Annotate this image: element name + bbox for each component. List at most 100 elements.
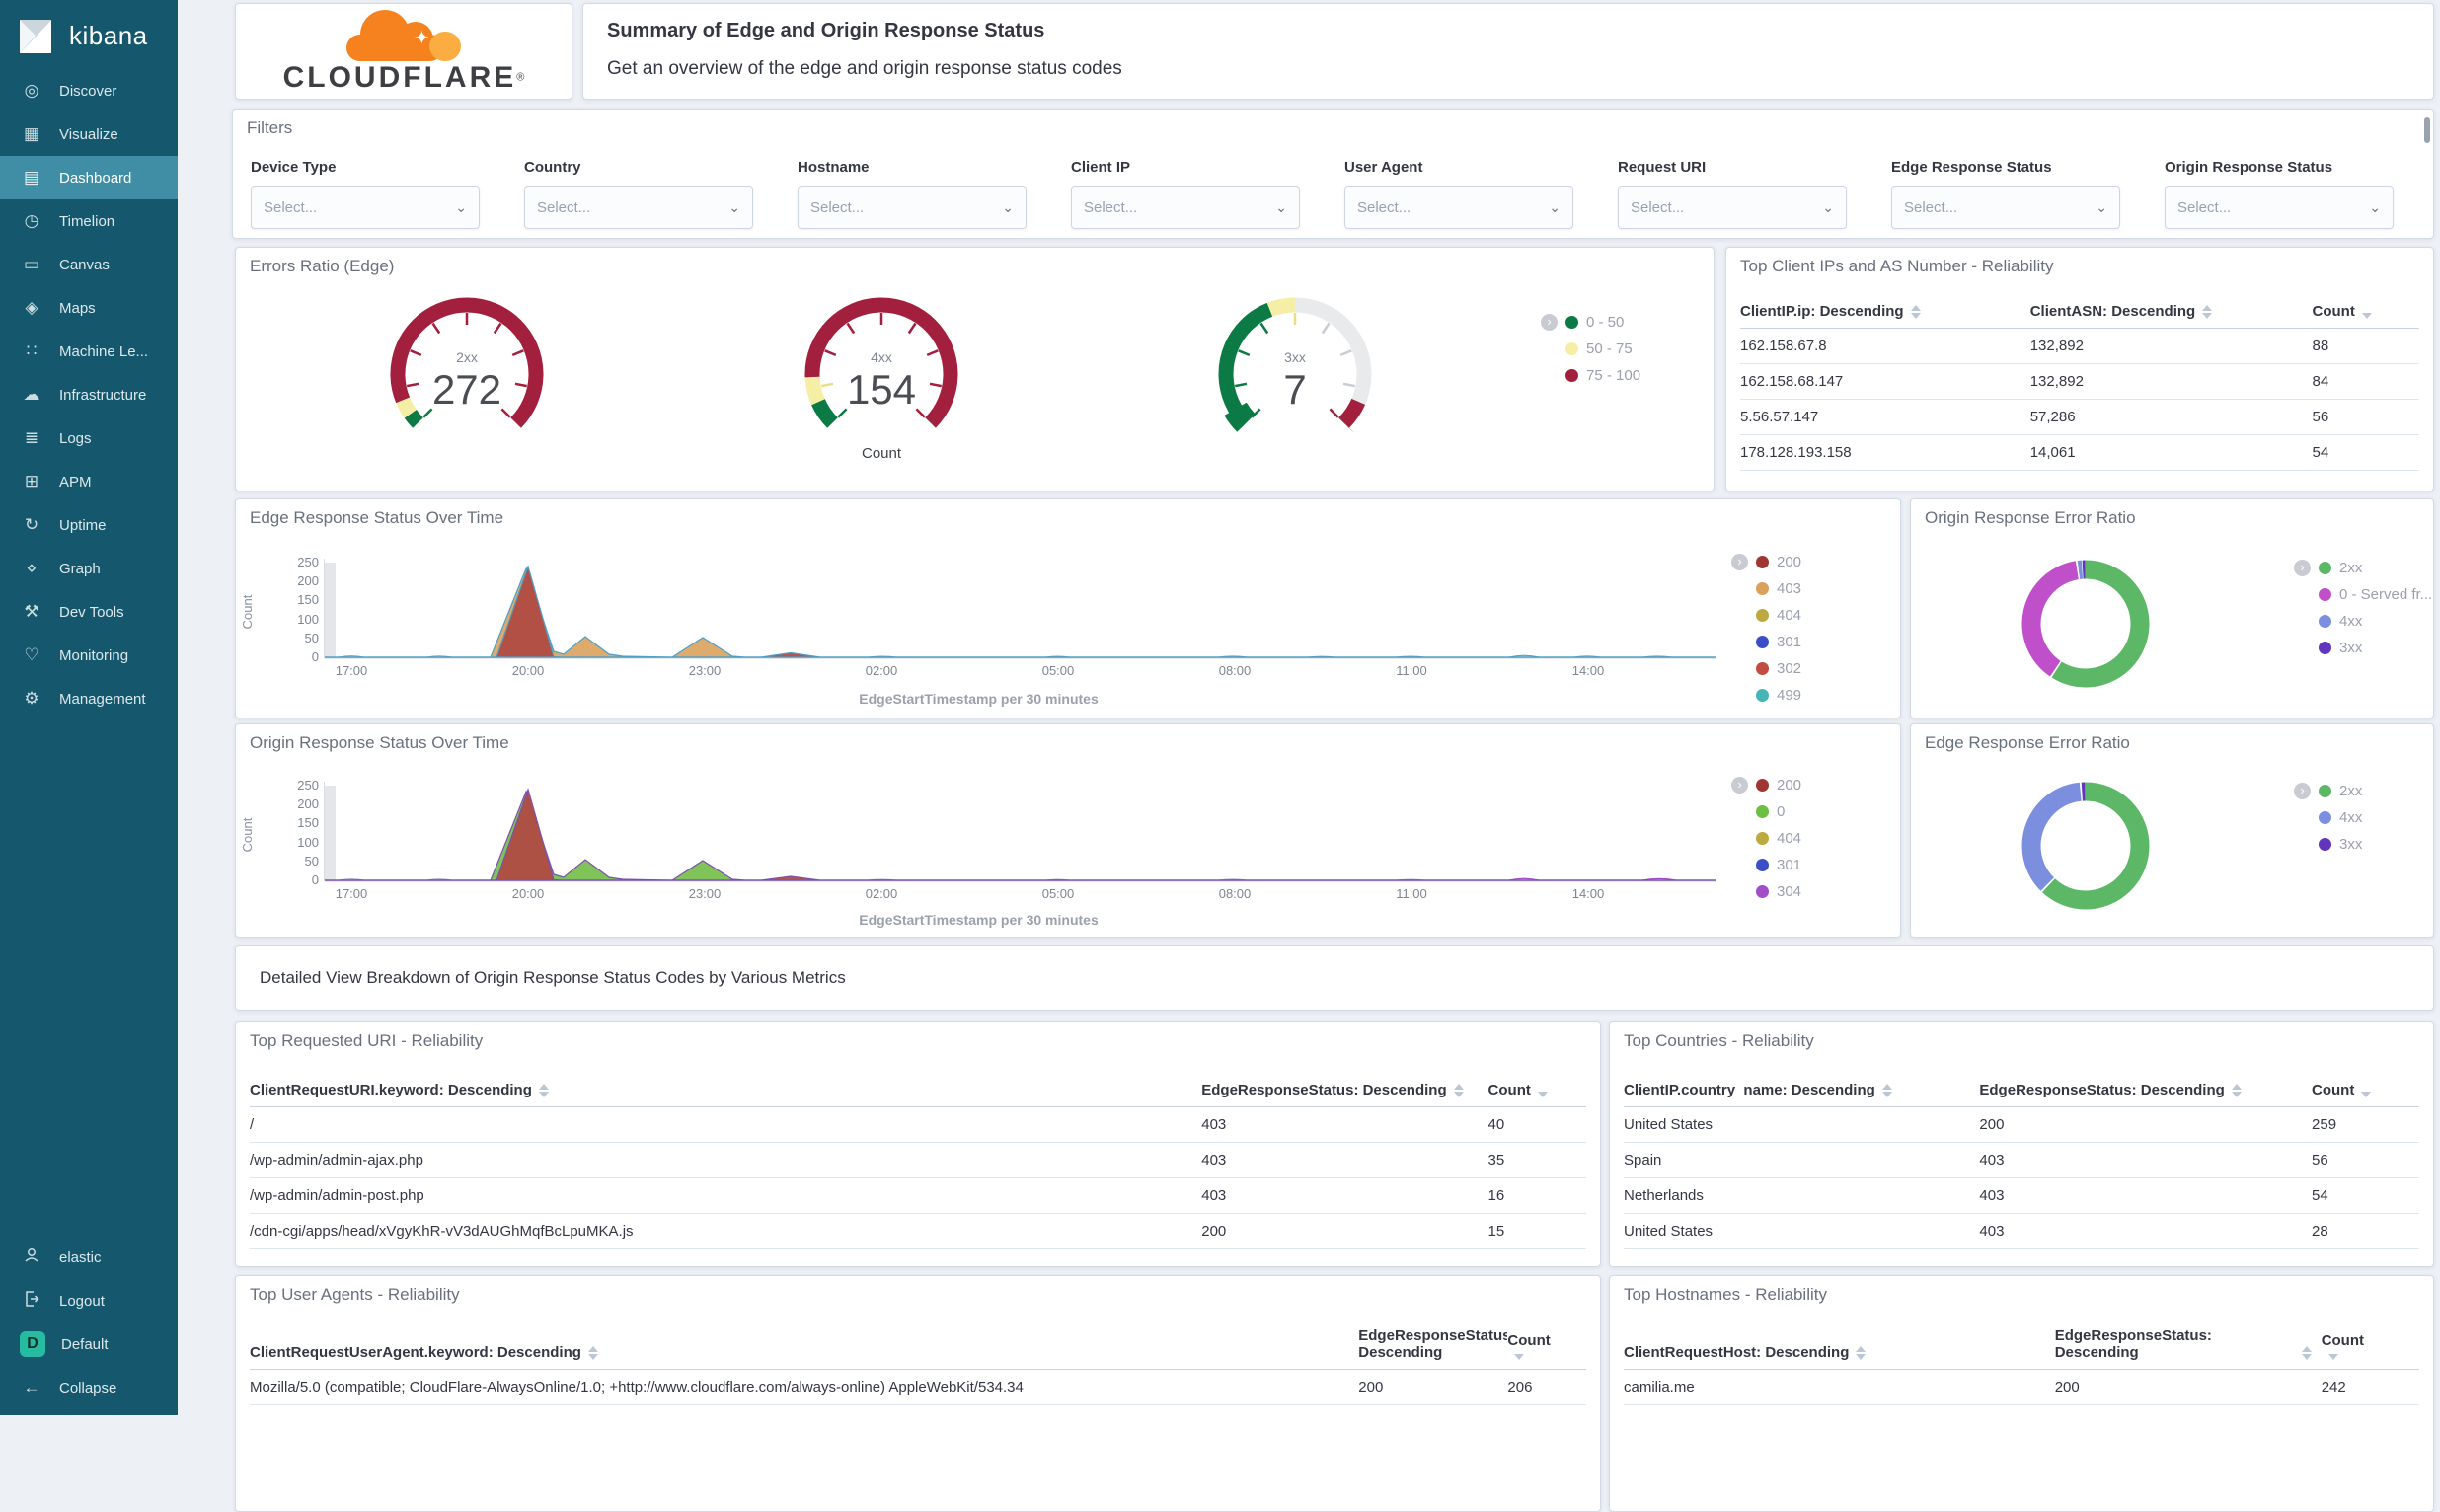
sidebar-item-collapse[interactable]: ← Collapse	[0, 1366, 178, 1409]
user-agent-select[interactable]: Select... ⌄	[1344, 186, 1573, 229]
legend-item[interactable]: 3xx	[2319, 831, 2362, 858]
sidebar-item-discover[interactable]: ◎ Discover	[0, 69, 178, 113]
sort-icon	[1514, 1354, 1525, 1360]
cloud-icon: ☁	[23, 385, 40, 404]
svg-text:08:00: 08:00	[1219, 663, 1252, 678]
legend-item[interactable]: 3xx	[2319, 635, 2432, 661]
edge-response-over-time-panel: Edge Response Status Over Time 0 50 100 …	[235, 498, 1901, 718]
edge-error-donut	[2021, 782, 2150, 910]
sidebar-item-timelion[interactable]: ◷ Timelion	[0, 199, 178, 243]
sort-icon	[1856, 1346, 1867, 1360]
legend-item[interactable]: › 2xx	[2294, 778, 2362, 804]
legend-item[interactable]: 499	[1756, 682, 1801, 709]
legend-item[interactable]: › 200	[1731, 772, 1801, 798]
legend-item[interactable]: › 2xx	[2294, 555, 2432, 581]
client-ip-select[interactable]: Select... ⌄	[1071, 186, 1300, 229]
table-row: /cdn-cgi/apps/head/xVgyKhR-vV3dAUGhMqfBc…	[250, 1214, 1586, 1249]
markdown-text: Detailed View Breakdown of Origin Respon…	[260, 968, 846, 987]
legend-expand-icon[interactable]: ›	[2294, 560, 2311, 576]
sidebar-item-management[interactable]: ⚙ Management	[0, 677, 178, 720]
legend-item[interactable]: 4xx	[2319, 608, 2432, 635]
request-uri-select[interactable]: Select... ⌄	[1618, 186, 1847, 229]
legend-expand-icon[interactable]: ›	[1541, 314, 1558, 331]
svg-text:14:00: 14:00	[1572, 663, 1605, 678]
column-header[interactable]: EdgeResponseStatus: Descending	[1201, 1082, 1487, 1098]
column-header[interactable]: ClientRequestURI.keyword: Descending	[250, 1082, 1201, 1098]
sidebar-item-dashboard[interactable]: ▤ Dashboard	[0, 156, 178, 199]
sidebar-item-logs[interactable]: ≣ Logs	[0, 416, 178, 460]
exit-icon	[20, 1290, 43, 1313]
sidebar-item-machine-learning[interactable]: ∷ Machine Le...	[0, 330, 178, 373]
sidebar-item-uptime[interactable]: ↻ Uptime	[0, 503, 178, 547]
column-header[interactable]: EdgeResponseStatus: Descending	[1358, 1327, 1507, 1361]
sidebar-item-maps[interactable]: ◈ Maps	[0, 286, 178, 330]
page-title: Summary of Edge and Origin Response Stat…	[607, 20, 1045, 41]
legend-expand-icon[interactable]: ›	[2294, 783, 2311, 799]
legend-expand-icon[interactable]: ›	[1731, 777, 1748, 794]
table-row: United States 200 259	[1624, 1107, 2419, 1143]
sidebar-item-visualize[interactable]: ▦ Visualize	[0, 113, 178, 156]
legend-item[interactable]: › 200	[1731, 549, 1801, 575]
legend-dot	[1565, 369, 1578, 382]
legend-item[interactable]: 4xx	[2319, 804, 2362, 831]
legend-item[interactable]: 0	[1756, 798, 1801, 825]
sidebar-item-graph[interactable]: ⋄ Graph	[0, 547, 178, 590]
sidebar-item-logout[interactable]: Logout	[0, 1279, 178, 1323]
device-type-select[interactable]: Select... ⌄	[251, 186, 480, 229]
legend-item[interactable]: 304	[1756, 878, 1801, 905]
column-header[interactable]: ClientIP.country_name: Descending	[1624, 1082, 1979, 1098]
chevron-down-icon: ⌄	[1549, 198, 1561, 215]
sidebar-item-monitoring[interactable]: ♡ Monitoring	[0, 634, 178, 677]
edge-response-status-select[interactable]: Select... ⌄	[1891, 186, 2120, 229]
sort-icon	[2231, 1084, 2242, 1097]
column-header[interactable]: Count	[1488, 1082, 1586, 1098]
sort-icon	[1537, 1092, 1548, 1097]
svg-text:0: 0	[312, 872, 319, 887]
column-header[interactable]: ClientIP.ip: Descending	[1740, 303, 2030, 320]
legend-item[interactable]: 75 - 100	[1565, 362, 1640, 389]
column-header[interactable]: Count	[2322, 1332, 2419, 1361]
column-header[interactable]: Count	[1507, 1332, 1586, 1361]
column-header[interactable]: Count	[2312, 1082, 2419, 1098]
legend-item[interactable]: 301	[1756, 852, 1801, 878]
column-header[interactable]: ClientASN: Descending	[2030, 303, 2313, 320]
legend-item[interactable]: 403	[1756, 575, 1801, 602]
sidebar-item-elastic-user[interactable]: elastic	[0, 1236, 178, 1279]
sidebar-item-canvas[interactable]: ▭ Canvas	[0, 243, 178, 286]
kibana-logo[interactable]: kibana	[0, 0, 178, 69]
filters-panel-title: Filters	[247, 118, 293, 137]
svg-text:05:00: 05:00	[1042, 663, 1075, 678]
errors-ratio-edge-title: Errors Ratio (Edge)	[250, 257, 395, 275]
sidebar-item-apm[interactable]: ⊞ APM	[0, 460, 178, 503]
svg-text:200: 200	[297, 573, 319, 588]
legend-item[interactable]: 404	[1756, 825, 1801, 852]
svg-text:250: 250	[297, 555, 319, 569]
svg-text:200: 200	[297, 796, 319, 811]
column-header[interactable]: EdgeResponseStatus: Descending	[2055, 1327, 2322, 1361]
legend-item[interactable]: 302	[1756, 655, 1801, 682]
svg-text:Count: Count	[240, 817, 255, 852]
sort-icon	[1881, 1084, 1892, 1097]
gauge-2xx: 2xx 272	[390, 297, 544, 428]
sidebar-item-dev-tools[interactable]: ⚒ Dev Tools	[0, 590, 178, 634]
chevron-down-icon: ⌄	[728, 198, 740, 215]
sidebar-item-default-space[interactable]: D Default	[0, 1323, 178, 1366]
legend-item[interactable]: 301	[1756, 629, 1801, 655]
legend-item[interactable]: › 0 - 50	[1541, 309, 1640, 336]
table-row: Spain 403 56	[1624, 1143, 2419, 1178]
legend-item[interactable]: 0 - Served fr...	[2319, 581, 2432, 608]
origin-time-legend: › 200 0 404 301 304	[1731, 772, 1801, 905]
filters-scrollbar[interactable]	[2424, 117, 2430, 143]
sort-icon	[2327, 1354, 2338, 1360]
country-select[interactable]: Select... ⌄	[524, 186, 753, 229]
column-header[interactable]: ClientRequestUserAgent.keyword: Descendi…	[250, 1344, 1358, 1361]
column-header[interactable]: EdgeResponseStatus: Descending	[1979, 1082, 2312, 1098]
origin-response-status-select[interactable]: Select... ⌄	[2165, 186, 2394, 229]
column-header[interactable]: ClientRequestHost: Descending	[1624, 1344, 2055, 1361]
sidebar-item-infrastructure[interactable]: ☁ Infrastructure	[0, 373, 178, 416]
legend-item[interactable]: 50 - 75	[1565, 336, 1640, 362]
legend-item[interactable]: 404	[1756, 602, 1801, 629]
hostname-select[interactable]: Select... ⌄	[798, 186, 1027, 229]
legend-expand-icon[interactable]: ›	[1731, 554, 1748, 570]
column-header[interactable]: Count	[2313, 303, 2420, 320]
